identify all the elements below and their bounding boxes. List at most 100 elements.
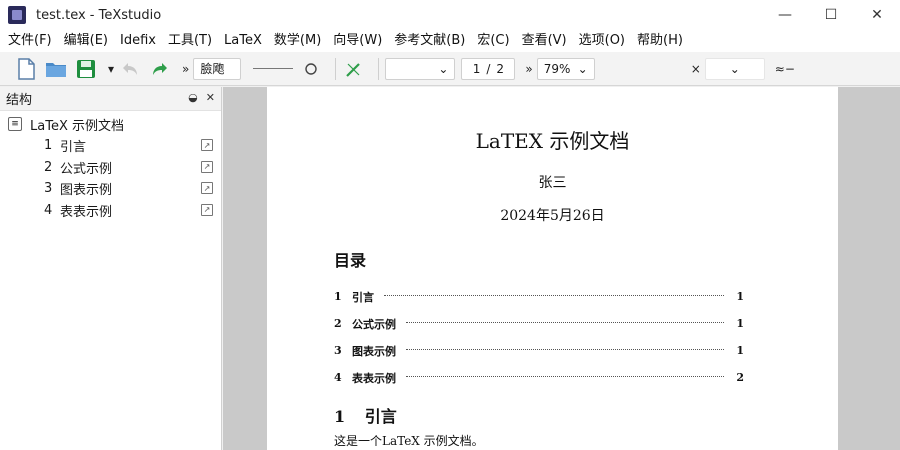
structure-item-label: 图表示例 [60, 179, 112, 198]
window-controls: — ☐ ✕ [762, 0, 900, 30]
page-total: 2 [496, 62, 504, 76]
toc-entry-label: 公式示例 [352, 316, 396, 332]
menu-math[interactable]: 数学(M) [268, 30, 327, 52]
toc-entry[interactable]: 1 引言 1 [334, 283, 744, 310]
redo-icon[interactable] [148, 57, 172, 81]
structure-panel-header: 结构 ◒ ✕ [0, 87, 221, 111]
tool-pen-icon[interactable] [342, 57, 366, 81]
compile-select[interactable]: 𣳸先 ⌄ [385, 58, 455, 80]
structure-item-intro[interactable]: 1 引言 ↗ [0, 135, 221, 157]
toc-entry[interactable]: 4 表表示例 2 [334, 364, 744, 391]
toc-entry-number: 4 [334, 371, 352, 384]
menu-file[interactable]: 文件(F) [2, 30, 58, 52]
toc-heading: 目录 [334, 247, 366, 271]
menu-view[interactable]: 查看(V) [516, 30, 573, 52]
toc-entry-label: 表表示例 [352, 370, 396, 386]
menu-idefix[interactable]: Idefix [114, 30, 162, 52]
toc-entry-label: 引言 [352, 289, 374, 305]
open-folder-icon[interactable] [44, 57, 68, 81]
toc-entry-number: 2 [334, 317, 352, 330]
menu-macros[interactable]: 宏(C) [471, 30, 515, 52]
structure-panel-title: 结构 [6, 89, 32, 108]
document-author: 张三 [267, 172, 838, 192]
viewer-more-button[interactable]: » [525, 62, 532, 76]
structure-item-label: 引言 [60, 136, 86, 155]
undo-icon[interactable] [118, 57, 142, 81]
structure-item-figures[interactable]: 3 图表示例 ↗ [0, 178, 221, 200]
toc-entry-label: 图表示例 [352, 343, 396, 359]
structure-item-number: 4 [44, 203, 60, 218]
toolbar-separator [378, 58, 379, 80]
toc-entry-page: 1 [734, 317, 744, 330]
chevron-down-icon: ⌄ [578, 62, 588, 76]
main-toolbar: ▾ » 臉飑 𣳸先 ⌄ 1 / 2 » 79% ⌄ × ⌄ ≈− [0, 52, 900, 86]
section-edit-icon[interactable]: ↗ [201, 204, 213, 216]
table-of-contents: 1 引言 1 2 公式示例 1 3 图表示例 1 4 表表示例 2 [334, 283, 744, 391]
section-heading: 1 引言 [334, 403, 397, 427]
new-file-icon[interactable] [14, 57, 38, 81]
zoom-value: 79% [544, 62, 571, 76]
toc-entry-page: 1 [734, 290, 744, 303]
structure-root-label: LaTeX 示例文档 [30, 115, 124, 134]
toc-entry[interactable]: 2 公式示例 1 [334, 310, 744, 337]
toc-entry-number: 1 [334, 290, 352, 303]
page-number-field[interactable]: 1 / 2 [461, 58, 515, 80]
pdf-page: LaTEX 示例文档 张三 2024年5月26日 目录 1 引言 1 2 公式示… [267, 87, 838, 450]
section-number: 1 [334, 407, 345, 426]
page-separator: / [486, 62, 490, 76]
page-current: 1 [473, 62, 481, 76]
toc-entry-number: 3 [334, 344, 352, 357]
chevron-down-icon: ⌄ [438, 62, 448, 76]
menu-tools[interactable]: 工具(T) [162, 30, 218, 52]
structure-item-number: 1 [44, 138, 60, 153]
float-panel-icon[interactable]: ◒ [188, 91, 198, 104]
chevron-down-icon: ⌄ [730, 62, 740, 76]
toc-leader-dots [384, 295, 724, 296]
document-title: LaTEX 示例文档 [267, 125, 838, 154]
document-icon: ≡ [8, 117, 22, 131]
structure-item-tables[interactable]: 4 表表示例 ↗ [0, 200, 221, 222]
menu-wizards[interactable]: 向导(W) [327, 30, 388, 52]
structure-root[interactable]: ≡ LaTeX 示例文档 [0, 113, 221, 135]
structure-item-formula[interactable]: 2 公式示例 ↗ [0, 157, 221, 179]
zoom-select[interactable]: 79% ⌄ [537, 58, 595, 80]
toolbar-divider-line [253, 68, 293, 69]
toc-leader-dots [406, 376, 724, 377]
toc-entry[interactable]: 3 图表示例 1 [334, 337, 744, 364]
section-body-text: 这是一个LaTeX 示例文档。 [334, 432, 484, 449]
structure-item-label: 公式示例 [60, 158, 112, 177]
menu-bibliography[interactable]: 参考文献(B) [388, 30, 471, 52]
save-dropdown-arrow-icon[interactable]: ▾ [108, 62, 114, 76]
menu-help[interactable]: 帮助(H) [631, 30, 689, 52]
pdf-viewer[interactable]: LaTEX 示例文档 张三 2024年5月26日 目录 1 引言 1 2 公式示… [223, 87, 900, 450]
structure-item-number: 3 [44, 181, 60, 196]
close-x-icon[interactable]: × [691, 62, 701, 76]
minimize-button[interactable]: — [762, 0, 808, 30]
menu-latex[interactable]: LaTeX [218, 30, 268, 52]
close-button[interactable]: ✕ [854, 0, 900, 30]
toolbar-field-1[interactable]: 臉飑 [193, 58, 241, 80]
menu-options[interactable]: 选项(O) [573, 30, 631, 52]
section-title: 引言 [365, 407, 397, 426]
menu-bar: 文件(F) 编辑(E) Idefix 工具(T) LaTeX 数学(M) 向导(… [0, 30, 900, 52]
section-edit-icon[interactable]: ↗ [201, 139, 213, 151]
save-icon[interactable] [74, 57, 98, 81]
maximize-button[interactable]: ☐ [808, 0, 854, 30]
menu-edit[interactable]: 编辑(E) [58, 30, 114, 52]
right-select[interactable]: ⌄ [705, 58, 765, 80]
toc-entry-page: 1 [734, 344, 744, 357]
section-edit-icon[interactable]: ↗ [201, 182, 213, 194]
structure-item-number: 2 [44, 160, 60, 175]
title-bar: test.tex - TeXstudio — ☐ ✕ [0, 0, 900, 30]
toolbar-separator [335, 58, 336, 80]
toc-leader-dots [406, 322, 724, 323]
toc-entry-page: 2 [734, 371, 744, 384]
close-panel-icon[interactable]: ✕ [206, 91, 215, 104]
circle-icon[interactable] [299, 57, 323, 81]
structure-item-label: 表表示例 [60, 201, 112, 220]
section-edit-icon[interactable]: ↗ [201, 161, 213, 173]
toolbar-more-button[interactable]: » [182, 62, 189, 76]
texstudio-app-icon [8, 6, 26, 24]
window-title: test.tex - TeXstudio [36, 8, 161, 23]
toolbar-right-label[interactable]: ≈− [775, 62, 795, 76]
